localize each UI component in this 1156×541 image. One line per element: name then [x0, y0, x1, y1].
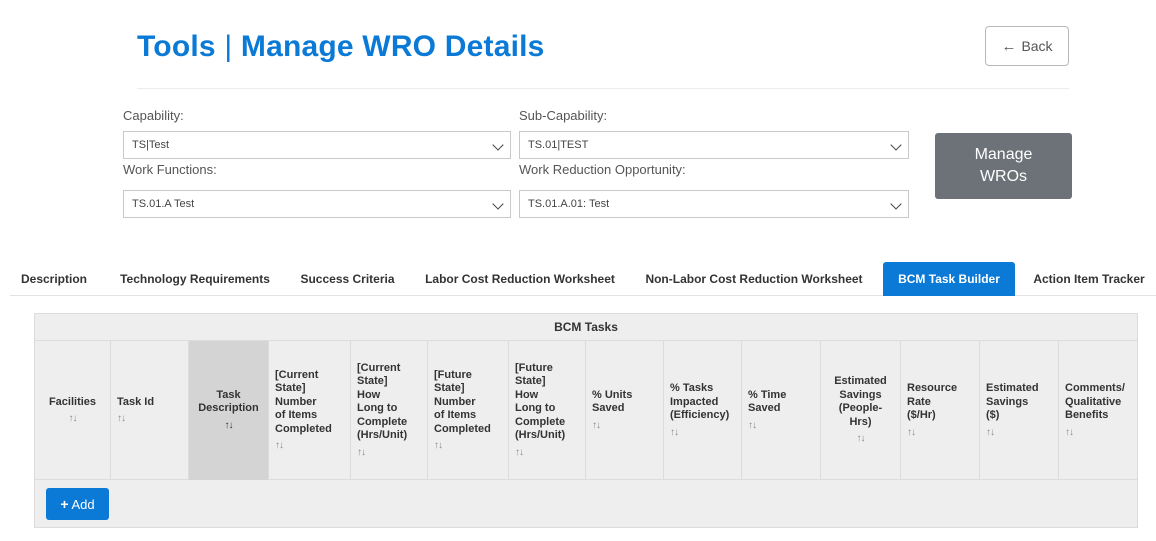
- tab-bar: Description Technology Requirements Succ…: [10, 262, 1156, 296]
- work-functions-select[interactable]: TS.01.A Test: [123, 190, 511, 218]
- manage-wros-line2: WROs: [979, 168, 1028, 185]
- sub-capability-value: TS.01|TEST: [528, 139, 589, 151]
- column-label: Comments/ Qualitative Benefits: [1065, 382, 1125, 421]
- column-label: [Future State] Number of Items Completed: [434, 368, 491, 435]
- column-label: [Current State] Number of Items Complete…: [275, 368, 332, 435]
- work-functions-value: TS.01.A Test: [132, 198, 195, 210]
- header-divider: [137, 88, 1069, 89]
- back-button[interactable]: ← Back: [985, 26, 1069, 66]
- column-label: % Time Saved: [748, 388, 787, 415]
- sort-icon[interactable]: ↑↓: [1065, 426, 1074, 440]
- sort-icon[interactable]: ↑↓: [275, 439, 284, 453]
- chevron-down-icon: [492, 139, 504, 151]
- manage-wros-button[interactable]: Manage WROs: [935, 133, 1072, 199]
- column-header-tasks-impacted[interactable]: % Tasks Impacted (Efficiency) ↑↓: [664, 341, 742, 480]
- chevron-down-icon: [492, 198, 504, 210]
- column-header-comments[interactable]: Comments/ Qualitative Benefits ↑↓: [1059, 341, 1139, 480]
- work-functions-label: Work Functions:: [123, 162, 217, 177]
- sort-icon[interactable]: ↑↓: [907, 426, 916, 440]
- page-title: Tools | Manage WRO Details: [137, 30, 545, 64]
- column-header-savings-dollars[interactable]: Estimated Savings ($) ↑↓: [980, 341, 1059, 480]
- back-button-label: Back: [1021, 38, 1053, 54]
- sub-capability-label: Sub-Capability:: [519, 108, 608, 123]
- column-label: Resource Rate ($/Hr): [907, 382, 958, 421]
- bcm-tasks-caption: BCM Tasks: [35, 314, 1137, 341]
- tab-technology-requirements[interactable]: Technology Requirements: [109, 262, 281, 296]
- tab-action-item-tracker[interactable]: Action Item Tracker: [1022, 262, 1156, 296]
- chevron-down-icon: [890, 139, 902, 151]
- table-header-row: Facilities ↑↓ Task Id ↑↓ Task Descriptio…: [35, 341, 1137, 480]
- wro-label: Work Reduction Opportunity:: [519, 162, 686, 177]
- sort-icon[interactable]: ↑↓: [434, 439, 443, 453]
- column-label: % Units Saved: [592, 388, 633, 415]
- page-title-separator: |: [224, 30, 233, 63]
- column-label: Task Description: [198, 388, 259, 415]
- column-label: [Future State] How Long to Complete (Hrs…: [515, 361, 566, 442]
- sort-icon[interactable]: ↑↓: [69, 412, 78, 426]
- sub-capability-select[interactable]: TS.01|TEST: [519, 131, 909, 159]
- tab-non-labor-cost-reduction[interactable]: Non-Labor Cost Reduction Worksheet: [636, 262, 872, 296]
- column-header-current-items[interactable]: [Current State] Number of Items Complete…: [269, 341, 351, 480]
- column-label: Estimated Savings (People- Hrs): [834, 375, 887, 428]
- capability-label: Capability:: [123, 108, 184, 123]
- sort-icon[interactable]: ↑↓: [857, 432, 866, 446]
- column-header-savings-people-hrs[interactable]: Estimated Savings (People- Hrs) ↑↓: [821, 341, 901, 480]
- column-label: [Current State] How Long to Complete (Hr…: [357, 361, 408, 442]
- column-header-units-saved[interactable]: % Units Saved ↑↓: [586, 341, 664, 480]
- chevron-down-icon: [890, 198, 902, 210]
- bcm-tasks-panel: BCM Tasks Facilities ↑↓ Task Id ↑↓ Task …: [34, 313, 1138, 528]
- tab-labor-cost-reduction[interactable]: Labor Cost Reduction Worksheet: [414, 262, 626, 296]
- column-header-future-duration[interactable]: [Future State] How Long to Complete (Hrs…: [509, 341, 586, 480]
- arrow-left-icon: ←: [1001, 37, 1017, 55]
- column-label: % Tasks Impacted (Efficiency): [670, 382, 730, 421]
- column-label: Task Id: [117, 395, 155, 408]
- manage-wros-line1: Manage: [974, 146, 1033, 163]
- page-title-tools: Tools: [137, 30, 216, 63]
- plus-icon: +: [60, 496, 69, 512]
- column-header-resource-rate[interactable]: Resource Rate ($/Hr) ↑↓: [901, 341, 980, 480]
- sort-icon[interactable]: ↑↓: [515, 446, 524, 460]
- capability-value: TS|Test: [132, 139, 170, 151]
- sort-icon[interactable]: ↑↓: [225, 419, 234, 433]
- tab-success-criteria[interactable]: Success Criteria: [291, 262, 404, 296]
- column-label: Facilities: [48, 395, 97, 408]
- sort-icon[interactable]: ↑↓: [748, 419, 757, 433]
- sort-icon[interactable]: ↑↓: [357, 446, 366, 460]
- wro-value: TS.01.A.01: Test: [528, 198, 610, 210]
- column-header-future-items[interactable]: [Future State] Number of Items Completed…: [428, 341, 509, 480]
- column-header-task-description[interactable]: Task Description ↑↓: [189, 341, 269, 480]
- add-task-button[interactable]: + Add: [46, 488, 109, 520]
- add-button-label: Add: [71, 496, 95, 512]
- sort-icon[interactable]: ↑↓: [592, 419, 601, 433]
- tab-description[interactable]: Description: [10, 262, 98, 296]
- column-header-current-duration[interactable]: [Current State] How Long to Complete (Hr…: [351, 341, 428, 480]
- sort-icon[interactable]: ↑↓: [986, 426, 995, 440]
- column-header-facilities[interactable]: Facilities ↑↓: [35, 341, 111, 480]
- wro-select[interactable]: TS.01.A.01: Test: [519, 190, 909, 218]
- page-title-manage: Manage WRO Details: [240, 30, 545, 63]
- column-header-task-id[interactable]: Task Id ↑↓: [111, 341, 189, 480]
- column-header-time-saved[interactable]: % Time Saved ↑↓: [742, 341, 821, 480]
- sort-icon[interactable]: ↑↓: [670, 426, 679, 440]
- sort-icon[interactable]: ↑↓: [117, 412, 126, 426]
- capability-select[interactable]: TS|Test: [123, 131, 511, 159]
- tab-bcm-task-builder[interactable]: BCM Task Builder: [883, 262, 1015, 296]
- column-label: Estimated Savings ($): [986, 382, 1039, 421]
